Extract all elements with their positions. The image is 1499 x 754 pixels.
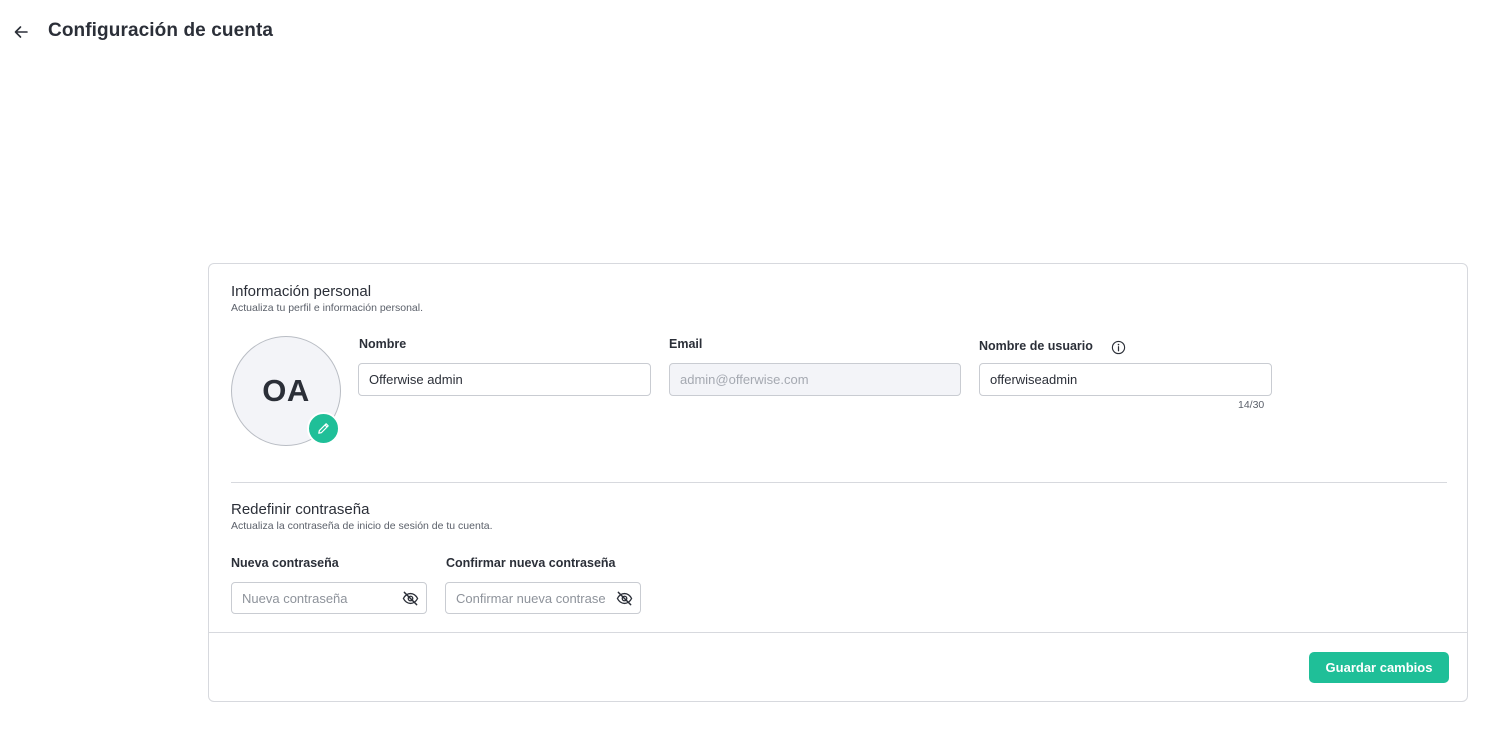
back-button[interactable]	[11, 22, 31, 42]
footer-divider	[209, 632, 1467, 633]
name-label: Nombre	[359, 337, 407, 351]
page-title: Configuración de cuenta	[48, 20, 274, 41]
username-label: Nombre de usuario	[979, 339, 1093, 353]
personal-info-title: Información personal	[231, 283, 372, 300]
save-changes-button[interactable]: Guardar cambios	[1309, 652, 1449, 683]
toggle-new-password-visibility[interactable]	[401, 589, 419, 607]
email-label: Email	[669, 337, 703, 351]
pencil-icon	[318, 423, 329, 434]
confirm-password-label: Confirmar nueva contraseña	[446, 556, 616, 570]
arrow-left-icon	[14, 26, 28, 38]
edit-avatar-button[interactable]	[307, 412, 340, 445]
avatar-initials: OA	[262, 373, 310, 408]
password-section-subtitle: Actualiza la contraseña de inicio de ses…	[231, 520, 493, 532]
username-char-counter: 14/30	[1238, 399, 1265, 411]
new-password-input[interactable]	[231, 582, 427, 614]
eye-off-icon	[616, 591, 632, 605]
section-divider	[231, 482, 1447, 483]
info-icon[interactable]	[1111, 340, 1126, 355]
name-input[interactable]	[358, 363, 651, 396]
username-input[interactable]	[979, 363, 1272, 396]
eye-off-icon	[402, 591, 418, 605]
personal-info-subtitle: Actualiza tu perfil e información person…	[231, 302, 424, 314]
top-bar: Configuración de cuenta	[0, 0, 1499, 64]
confirm-password-field	[445, 582, 641, 614]
new-password-label: Nueva contraseña	[231, 556, 339, 570]
new-password-field	[231, 582, 427, 614]
email-input	[669, 363, 961, 396]
confirm-password-input[interactable]	[445, 582, 641, 614]
password-section-title: Redefinir contraseña	[231, 501, 370, 518]
account-settings-card: Información personal Actualiza tu perfil…	[208, 263, 1468, 702]
toggle-confirm-password-visibility[interactable]	[615, 589, 633, 607]
